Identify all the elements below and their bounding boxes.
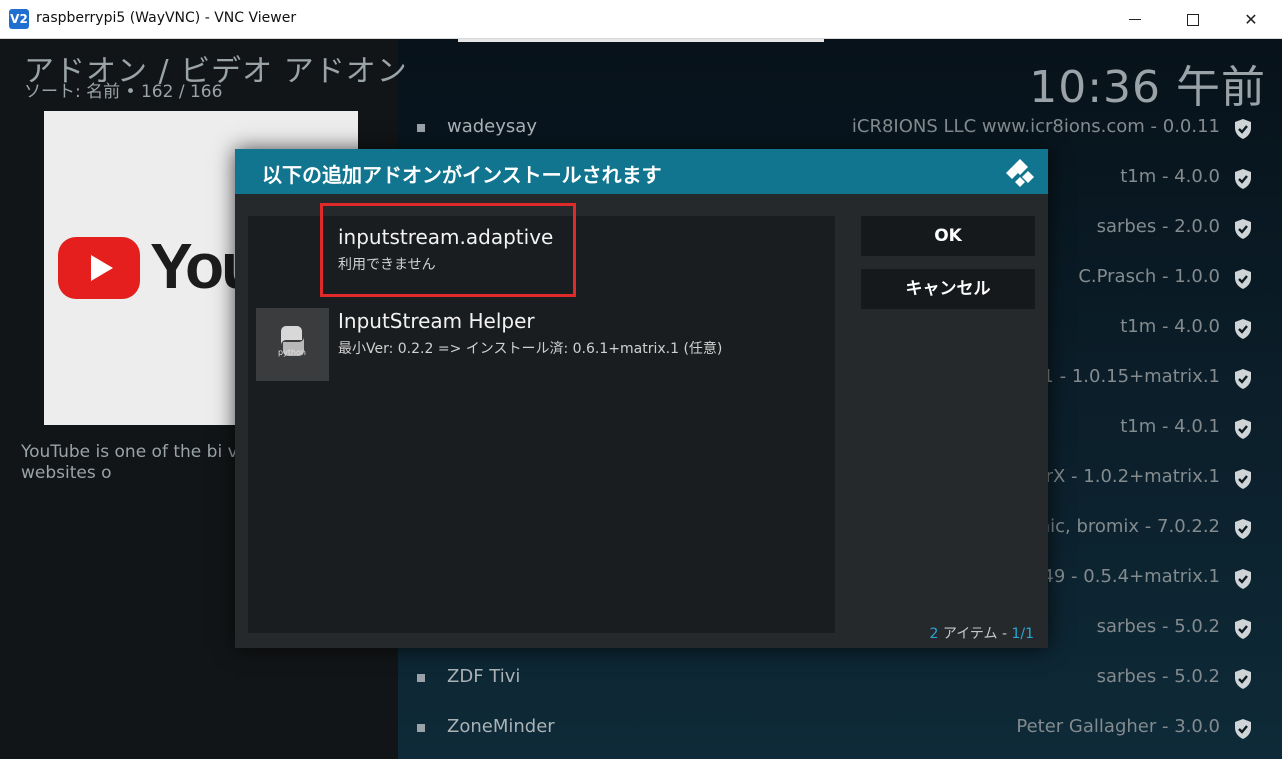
addon-author-version: nic, bromix - 7.0.2.2 — [1038, 516, 1220, 537]
kodi-logo-icon — [1006, 159, 1034, 187]
addon-author-version: sarbes - 5.0.2 — [1096, 616, 1220, 637]
addon-list-row[interactable]: ZoneMinder Peter Gallagher - 3.0.0 — [398, 704, 1282, 754]
list-item[interactable]: python InputStream Helper 最小Ver: 0.2.2 =… — [248, 300, 835, 384]
shield-check-icon — [1235, 419, 1251, 439]
window-titlebar: V2 raspberrypi5 (WayVNC) - VNC Viewer ✕ — [0, 0, 1282, 39]
minimize-button[interactable] — [1106, 0, 1164, 39]
addon-author-version: Peter Gallagher - 3.0.0 — [1016, 716, 1220, 737]
item-version-info: 最小Ver: 0.2.2 => インストール済: 0.6.1+matrix.1 … — [338, 341, 723, 357]
dialog-header: 以下の追加アドオンがインストールされます — [235, 149, 1048, 194]
close-icon: ✕ — [1244, 10, 1258, 29]
shield-check-icon — [1235, 169, 1251, 189]
shield-check-icon — [1235, 669, 1251, 689]
bullet-icon — [417, 124, 425, 132]
maximize-button[interactable] — [1164, 0, 1222, 39]
item-count: 2 アイテム - 1/1 — [929, 626, 1034, 642]
svg-text:python: python — [278, 348, 306, 357]
play-icon — [91, 255, 113, 281]
addon-name: wadeysay — [447, 116, 537, 137]
item-name: InputStream Helper — [338, 309, 535, 333]
addon-author-version: t1m - 4.0.1 — [1120, 416, 1220, 437]
addon-list-row[interactable]: ZDF Tivi sarbes - 5.0.2 — [398, 654, 1282, 704]
shield-check-icon — [1235, 219, 1251, 239]
python-icon: python — [256, 308, 329, 381]
shield-check-icon — [1235, 619, 1251, 639]
shield-check-icon — [1235, 469, 1251, 489]
shield-check-icon — [1235, 269, 1251, 289]
addon-author-version: iCR8IONS LLC www.icr8ions.com - 0.0.11 — [851, 116, 1220, 137]
top-tab-strip — [458, 39, 824, 42]
cancel-button[interactable]: キャンセル — [861, 269, 1035, 309]
youtube-logo-icon — [58, 237, 140, 299]
dialog-title: 以下の追加アドオンがインストールされます — [262, 163, 662, 187]
shield-check-icon — [1235, 119, 1251, 139]
addon-install-dialog: 以下の追加アドオンがインストールされます inputstream.adaptiv… — [235, 149, 1048, 648]
kodi-screen: You YouTube is one of the bi video-shari… — [0, 39, 1282, 759]
shield-check-icon — [1235, 569, 1251, 589]
addon-name: ZDF Tivi — [447, 666, 521, 687]
red-annotation-box — [320, 203, 576, 297]
addon-author-version: t1m - 4.0.0 — [1120, 316, 1220, 337]
ok-button[interactable]: OK — [861, 216, 1035, 256]
window-title: raspberrypi5 (WayVNC) - VNC Viewer — [36, 10, 297, 26]
addon-author-version: C.Prasch - 1.0.0 — [1078, 266, 1220, 287]
addon-author-version: sarbes - 5.0.2 — [1096, 666, 1220, 687]
sort-info: ソート: 名前 • 162 / 166 — [24, 82, 223, 102]
shield-check-icon — [1235, 719, 1251, 739]
addon-author-version: t1m - 4.0.0 — [1120, 166, 1220, 187]
addon-name: ZoneMinder — [447, 716, 555, 737]
addon-author-version: 1 - 1.0.15+matrix.1 — [1042, 366, 1220, 387]
addon-author-version: sarbes - 2.0.0 — [1096, 216, 1220, 237]
shield-check-icon — [1235, 369, 1251, 389]
maximize-icon — [1187, 13, 1199, 26]
shield-check-icon — [1235, 519, 1251, 539]
bullet-icon — [417, 724, 425, 732]
bullet-icon — [417, 674, 425, 682]
minimize-icon — [1129, 19, 1141, 20]
close-button[interactable]: ✕ — [1222, 0, 1280, 39]
vnc-app-icon: V2 — [9, 9, 29, 29]
clock: 10:36 午前 — [1029, 62, 1266, 113]
addon-author-version: 49 - 0.5.4+matrix.1 — [1042, 566, 1220, 587]
shield-check-icon — [1235, 319, 1251, 339]
addon-author-version: rX - 1.0.2+matrix.1 — [1045, 466, 1220, 487]
